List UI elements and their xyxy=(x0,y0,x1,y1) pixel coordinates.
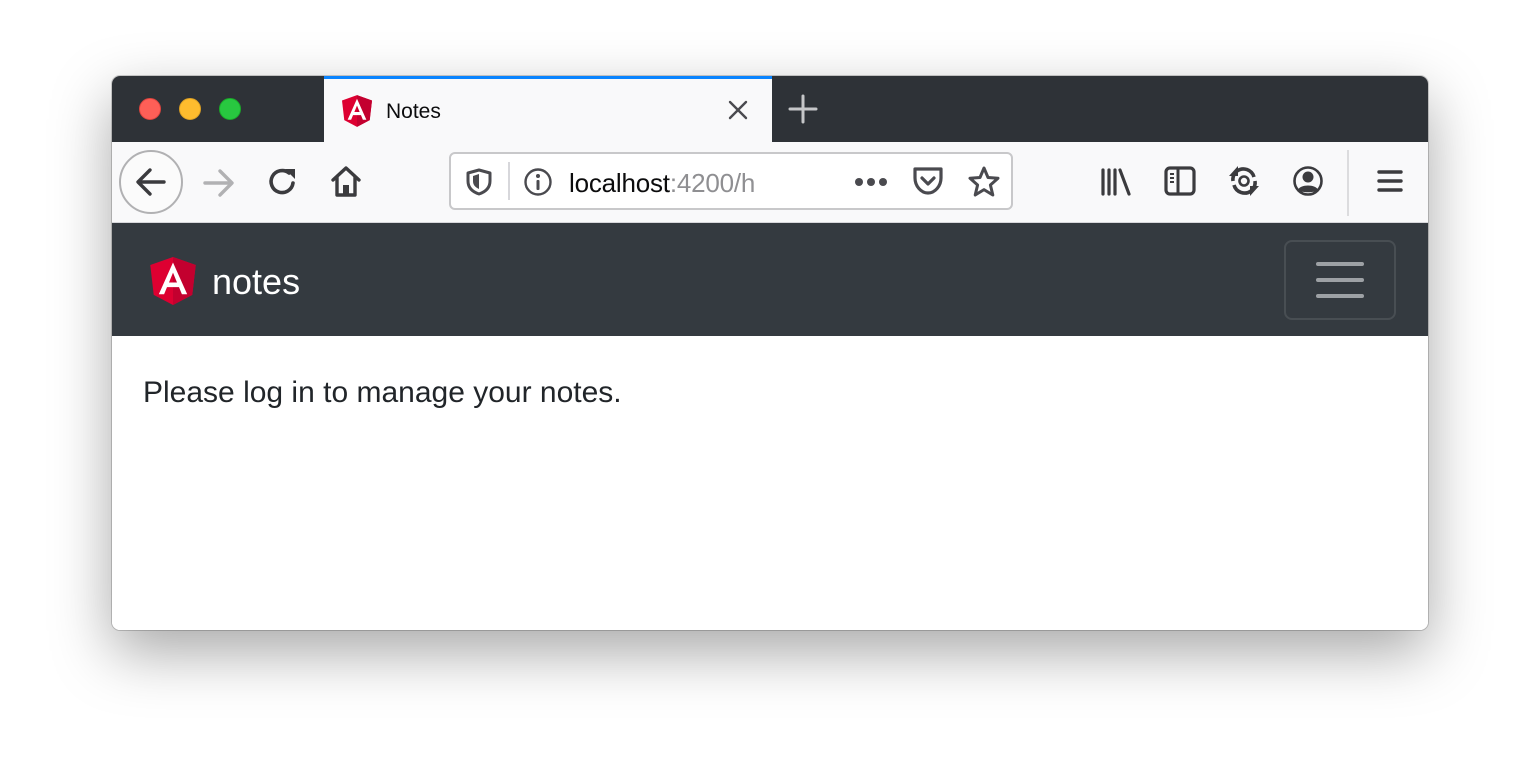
tab-notes[interactable]: Notes xyxy=(324,76,772,142)
info-icon[interactable] xyxy=(523,167,553,197)
url-text[interactable]: localhost:4200/h xyxy=(569,168,755,199)
app-navbar: notes xyxy=(112,223,1428,336)
account-icon[interactable] xyxy=(1292,165,1324,197)
angular-logo-icon xyxy=(342,95,372,127)
angular-logo-icon[interactable] xyxy=(150,257,196,305)
hamburger-menu-icon-bar xyxy=(1316,278,1364,282)
nav-toolbar: localhost:4200/h xyxy=(112,142,1428,223)
navbar-brand[interactable]: notes xyxy=(212,261,300,303)
star-icon[interactable] xyxy=(967,165,1001,198)
url-bar[interactable]: localhost:4200/h xyxy=(449,152,1013,210)
sidebar-icon[interactable] xyxy=(1164,166,1196,196)
url-host: localhost xyxy=(569,168,670,198)
hamburger-menu-icon-bar xyxy=(1316,294,1364,298)
hamburger-menu-icon xyxy=(1316,262,1364,266)
url-separator xyxy=(508,162,510,200)
main-content: Please log in to manage your notes. xyxy=(112,336,1428,630)
hamburger-menu-icon[interactable] xyxy=(1377,169,1403,193)
tab-title: Notes xyxy=(386,100,441,123)
reload-icon[interactable] xyxy=(267,166,299,198)
more-dots-icon[interactable] xyxy=(854,176,888,188)
sync-icon[interactable] xyxy=(1227,164,1261,198)
tracking-protection-shield-icon[interactable] xyxy=(466,168,492,196)
tab-bar: Notes xyxy=(112,76,1428,142)
pocket-icon[interactable] xyxy=(912,166,944,196)
toolbar-separator xyxy=(1347,150,1349,216)
arrow-left-icon xyxy=(136,168,166,196)
plus-icon[interactable] xyxy=(788,94,818,124)
url-fade xyxy=(751,158,831,204)
login-prompt-message: Please log in to manage your notes. xyxy=(143,376,622,409)
home-icon[interactable] xyxy=(330,164,362,198)
browser-window: Notes localhost:4200/h notes Please log … xyxy=(112,76,1428,630)
url-path: :4200/h xyxy=(669,168,756,198)
window-zoom-button[interactable] xyxy=(219,98,241,120)
window-close-button[interactable] xyxy=(139,98,161,120)
back-button[interactable] xyxy=(119,150,183,214)
navbar-toggler-button[interactable] xyxy=(1284,240,1396,320)
window-minimize-button[interactable] xyxy=(179,98,201,120)
arrow-right-icon[interactable] xyxy=(202,168,236,198)
library-icon[interactable] xyxy=(1100,167,1132,197)
close-icon[interactable] xyxy=(726,98,750,122)
